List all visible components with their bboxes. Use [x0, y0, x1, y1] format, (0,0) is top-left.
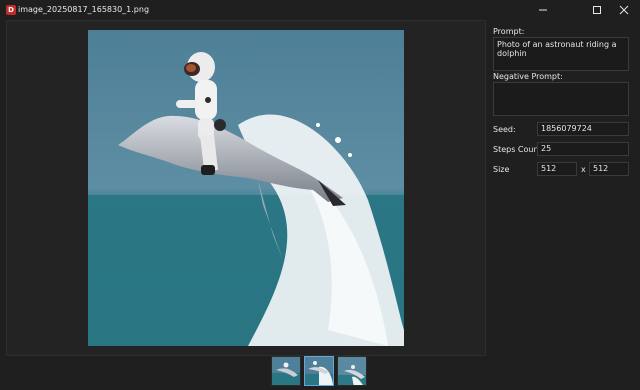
prompt-field[interactable]: Photo of an astronaut riding a dolphin — [493, 37, 629, 71]
seed-label: Seed: — [493, 125, 516, 134]
minimize-button[interactable] — [529, 0, 557, 20]
negative-prompt-label: Negative Prompt: — [493, 72, 563, 81]
thumbnail-1[interactable] — [271, 356, 301, 386]
size-label: Size — [493, 165, 510, 174]
app-icon: D — [6, 5, 16, 15]
negative-prompt-field[interactable] — [493, 82, 629, 116]
thumbnail-2[interactable] — [304, 356, 334, 386]
size-separator: x — [581, 165, 586, 174]
astronaut-dolphin-picture — [88, 30, 404, 346]
close-button[interactable] — [610, 0, 638, 20]
window-title: image_20250817_165830_1.png — [18, 5, 150, 14]
steps-label: Steps Count — [493, 145, 542, 154]
size-height-field[interactable]: 512 — [589, 162, 629, 176]
thumbnail-3[interactable] — [337, 356, 367, 386]
steps-field[interactable]: 25 — [537, 142, 629, 156]
minimize-icon — [539, 9, 547, 11]
maximize-button[interactable] — [583, 0, 611, 20]
title-bar: D image_20250817_165830_1.png — [0, 0, 640, 20]
thumbnail-strip — [271, 356, 367, 386]
seed-field[interactable]: 1856079724 — [537, 122, 629, 136]
main-image — [88, 30, 404, 346]
prompt-label: Prompt: — [493, 27, 525, 36]
close-icon — [619, 5, 629, 15]
maximize-icon — [593, 6, 601, 14]
size-width-field[interactable]: 512 — [537, 162, 577, 176]
